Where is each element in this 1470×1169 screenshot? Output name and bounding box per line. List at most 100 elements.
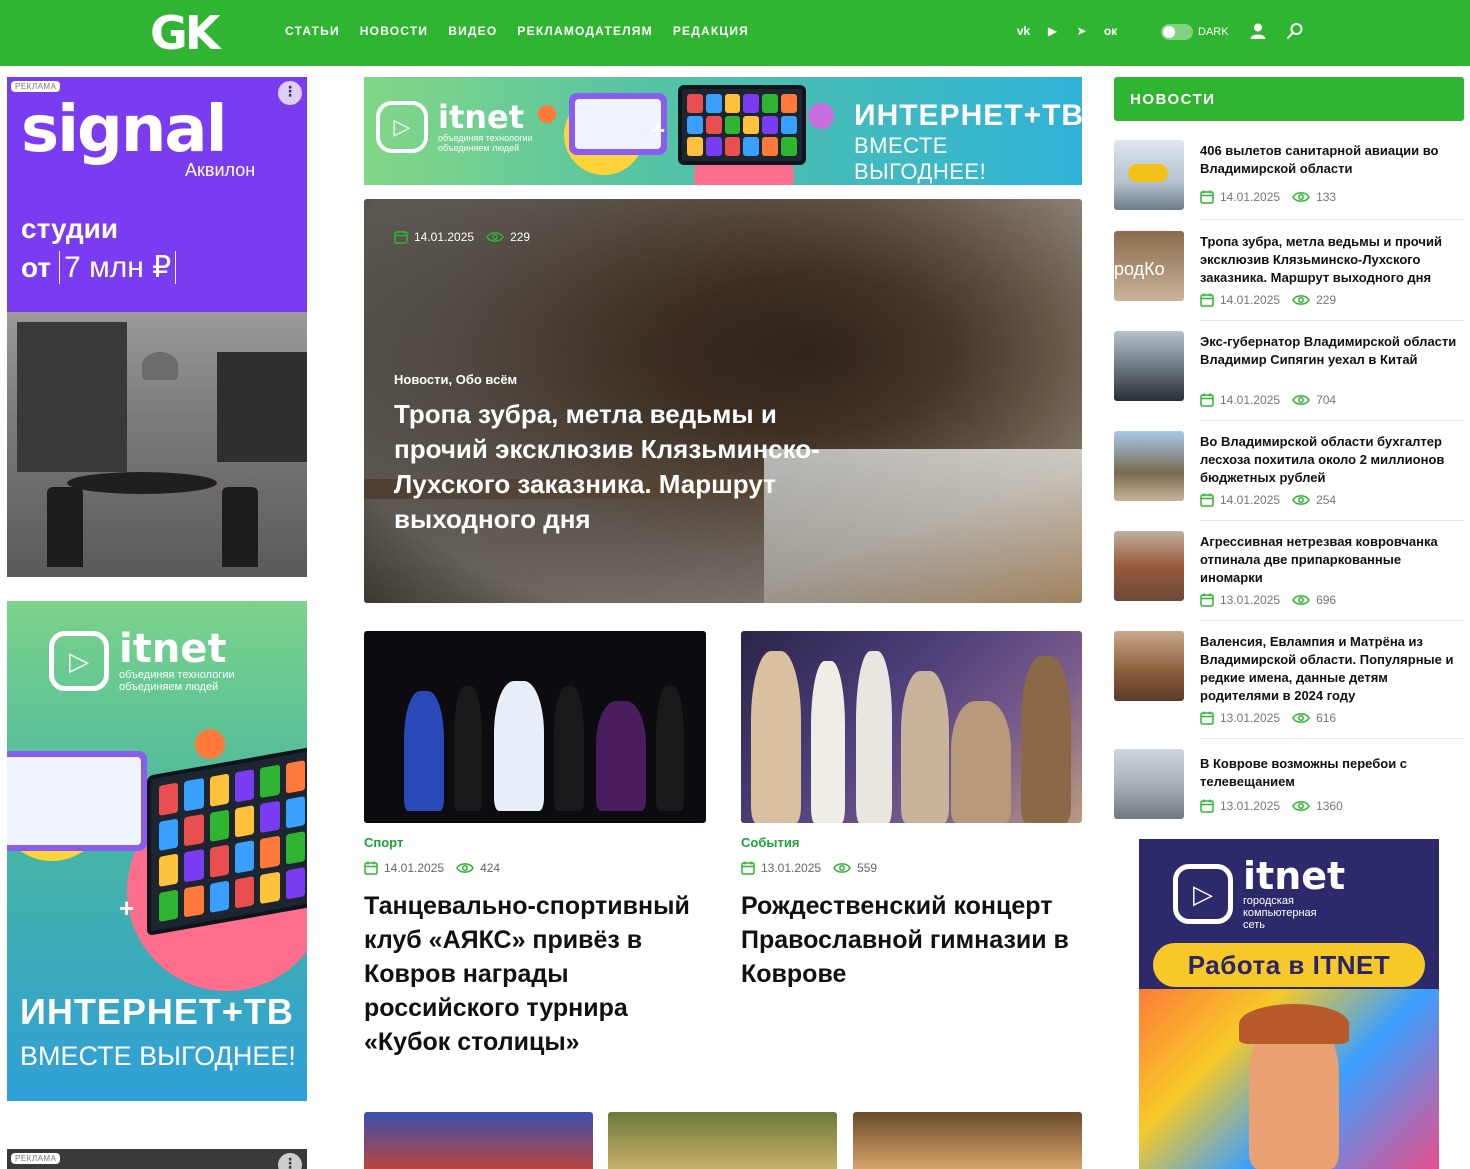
- ad-signal-banner[interactable]: РЕКЛАМА ⋮ signal Аквилон студии от 7 млн …: [7, 77, 307, 577]
- news-date: 13.01.2025: [1220, 593, 1281, 607]
- decor-dot: [195, 729, 225, 759]
- calendar-icon: [741, 861, 755, 875]
- itnet-tagline-1: объединяя технологии: [438, 133, 533, 143]
- ad-menu-icon[interactable]: ⋮: [278, 1153, 302, 1169]
- ad-label: РЕКЛАМА: [11, 1153, 61, 1164]
- news-title[interactable]: Тропа зубра, метла ведьмы и прочий экскл…: [1200, 233, 1464, 287]
- news-thumb[interactable]: [1114, 431, 1184, 501]
- ad-itnet-top-banner[interactable]: ▷ itnet объединяя технологии объединяем …: [364, 77, 1082, 185]
- news-thumb[interactable]: [1114, 631, 1184, 701]
- hero-title[interactable]: Тропа зубра, метла ведьмы и прочий экскл…: [394, 397, 834, 537]
- ad-bottom-banner[interactable]: РЕКЛАМА ⋮: [7, 1149, 307, 1169]
- eye-icon: [456, 863, 474, 873]
- article-category[interactable]: События: [741, 835, 799, 850]
- article-views: 559: [857, 861, 878, 875]
- dark-mode-toggle[interactable]: [1161, 24, 1193, 40]
- itnet-logo: ▷ itnet объединяя технологии объединяем …: [376, 101, 533, 153]
- site-logo[interactable]: GK: [150, 8, 220, 58]
- news-meta: 14.01.2025 229: [1200, 293, 1336, 307]
- news-views: 133: [1316, 190, 1337, 204]
- news-title[interactable]: Валенсия, Евлампия и Матрёна из Владимир…: [1200, 633, 1464, 705]
- hero-meta: 14.01.2025 229: [394, 230, 530, 244]
- itnet-logo: ▷ itnet городская компьютерная сеть: [1173, 857, 1345, 931]
- calendar-icon: [1200, 593, 1214, 607]
- article-image[interactable]: [364, 631, 706, 823]
- ad-signal-sub: Аквилон: [185, 160, 256, 180]
- calendar-icon: [1200, 393, 1214, 407]
- search-icon[interactable]: [1286, 22, 1304, 40]
- article-title[interactable]: Танцевально-спортивный клуб «АЯКС» привё…: [364, 889, 706, 1059]
- itnet-word: itnet: [119, 626, 227, 672]
- odnoklassniki-icon[interactable]: ок: [1101, 21, 1120, 40]
- site-header: GK СТАТЬИ НОВОСТИ ВИДЕО РЕКЛАМОДАТЕЛЯМ Р…: [0, 0, 1470, 66]
- news-views: 696: [1316, 593, 1337, 607]
- article-title[interactable]: Рождественский концерт Православной гимн…: [741, 889, 1086, 991]
- news-meta: 13.01.2025 616: [1200, 711, 1336, 725]
- nav-item-advertisers[interactable]: РЕКЛАМОДАТЕЛЯМ: [517, 24, 652, 38]
- ad-kitchen-photo: [7, 312, 307, 577]
- eye-icon: [1292, 192, 1310, 202]
- ad-tv-image: [678, 85, 806, 165]
- news-thumb[interactable]: [1114, 749, 1184, 819]
- news-title[interactable]: Экс-губернатор Владимирской области Влад…: [1200, 333, 1464, 369]
- ad-itnet-job-banner[interactable]: ▷ itnet городская компьютерная сеть Рабо…: [1139, 839, 1439, 1169]
- calendar-icon: [394, 230, 408, 244]
- article-date: 13.01.2025: [761, 861, 822, 875]
- news-title[interactable]: Во Владимирской области бухгалтер лесхоз…: [1200, 433, 1464, 487]
- hero-article[interactable]: 14.01.2025 229 Новости, Обо всём Тропа з…: [364, 199, 1082, 603]
- nav-item-editorial[interactable]: РЕДАКЦИЯ: [673, 24, 749, 38]
- decor-dot: [808, 103, 834, 129]
- ad-label: РЕКЛАМА: [11, 81, 61, 92]
- eye-icon: [1292, 295, 1310, 305]
- itnet-play-icon: ▷: [1173, 864, 1233, 924]
- telegram-icon[interactable]: ➤: [1072, 21, 1091, 40]
- news-thumb[interactable]: [1114, 331, 1184, 401]
- article-image[interactable]: [853, 1112, 1082, 1169]
- news-meta: 13.01.2025 1360: [1200, 799, 1343, 813]
- eye-icon: [1292, 801, 1310, 811]
- news-views: 1360: [1316, 799, 1343, 813]
- ad-signal-brand: signal: [21, 93, 228, 167]
- news-views: 254: [1316, 493, 1337, 507]
- ad-menu-icon[interactable]: ⋮: [278, 81, 302, 105]
- news-title[interactable]: В Коврове возможны перебои с телевещание…: [1200, 755, 1464, 791]
- nav-item-articles[interactable]: СТАТЬИ: [285, 24, 340, 38]
- ad-signal-price-value: 7 млн ₽: [59, 251, 177, 284]
- news-date: 13.01.2025: [1220, 799, 1281, 813]
- news-views: 704: [1316, 393, 1337, 407]
- news-meta: 13.01.2025 696: [1200, 593, 1336, 607]
- article-image[interactable]: [608, 1112, 837, 1169]
- news-title[interactable]: 406 вылетов санитарной авиации во Владим…: [1200, 142, 1464, 178]
- news-meta: 14.01.2025 133: [1200, 190, 1336, 204]
- news-thumb[interactable]: [1114, 531, 1184, 601]
- ad-itnet-title: ИНТЕРНЕТ+ТВ: [20, 991, 294, 1032]
- sidebar-news-heading[interactable]: НОВОСТИ: [1114, 77, 1464, 121]
- eye-icon: [1292, 595, 1310, 605]
- itnet-tagline-3: сеть: [1243, 919, 1266, 931]
- news-views: 229: [1316, 293, 1337, 307]
- hero-categories[interactable]: Новости, Обо всём: [394, 372, 517, 387]
- itnet-logo: ▷ itnet объединяя технологии объединяем …: [49, 629, 235, 693]
- news-meta: 14.01.2025 254: [1200, 493, 1336, 507]
- news-thumb[interactable]: родКо: [1114, 231, 1184, 301]
- vk-icon[interactable]: vk: [1014, 21, 1033, 40]
- news-thumb[interactable]: [1114, 140, 1184, 210]
- article-image[interactable]: [741, 631, 1082, 823]
- calendar-icon: [1200, 493, 1214, 507]
- ad-itnet-vertical[interactable]: ▷ itnet объединяя технологии объединяем …: [7, 601, 307, 1101]
- article-category[interactable]: Спорт: [364, 835, 403, 850]
- article-meta: 13.01.2025 559: [741, 861, 877, 875]
- eye-icon: [1292, 395, 1310, 405]
- itnet-word: itnet: [438, 98, 525, 136]
- news-title[interactable]: Агрессивная нетрезвая ковровчанка отпина…: [1200, 533, 1464, 587]
- itnet-word: itnet: [1243, 854, 1346, 898]
- itnet-play-icon: ▷: [49, 631, 109, 691]
- nav-item-video[interactable]: ВИДЕО: [448, 24, 497, 38]
- news-meta: 14.01.2025 704: [1200, 393, 1336, 407]
- itnet-tagline-2: объединяем людей: [119, 681, 219, 693]
- nav-item-news[interactable]: НОВОСТИ: [360, 24, 428, 38]
- article-image[interactable]: [364, 1112, 593, 1169]
- news-views: 616: [1316, 711, 1337, 725]
- user-icon[interactable]: [1249, 22, 1267, 40]
- youtube-icon[interactable]: ▶: [1043, 21, 1062, 40]
